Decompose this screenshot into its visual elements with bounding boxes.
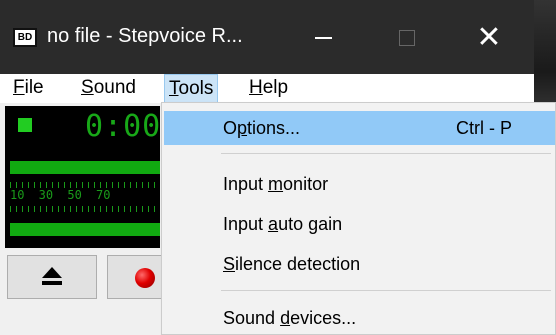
menu-file[interactable]: File: [9, 74, 48, 102]
menu-item-options-label: Options...: [223, 118, 301, 138]
app-icon[interactable]: BD: [13, 28, 37, 47]
recorder-panel: 0:00 10 30 50 70: [0, 103, 167, 335]
title-bar: BD no file - Stepvoice R... ✕: [0, 0, 556, 74]
menu-item-input-monitor[interactable]: Input monitor: [164, 167, 555, 201]
menu-help-label: Help: [249, 77, 289, 98]
window-title: no file - Stepvoice R...: [47, 25, 243, 47]
menu-item-input-auto-gain-label: Input auto gain: [223, 214, 343, 234]
menu-item-silence-detection[interactable]: Silence detection: [164, 247, 555, 281]
scale-labels: 10 30 50 70: [10, 188, 111, 202]
scale-ticks: [10, 206, 160, 212]
menu-file-label: File: [13, 77, 44, 98]
menu-tools-label: Tools: [169, 78, 214, 99]
menu-item-silence-detection-label: Silence detection: [223, 254, 361, 274]
menu-tools[interactable]: Tools: [164, 74, 219, 103]
menu-sound-label: Sound: [81, 77, 136, 98]
menu-item-options[interactable]: Options... Ctrl - P: [164, 111, 555, 145]
close-icon: ✕: [476, 21, 502, 54]
status-led: [18, 118, 32, 132]
menu-item-input-auto-gain[interactable]: Input auto gain: [164, 207, 555, 241]
transport-controls: [5, 253, 167, 301]
maximize-button[interactable]: [377, 18, 437, 58]
menu-sound[interactable]: Sound: [77, 74, 140, 102]
time-readout: 0:00: [85, 109, 162, 144]
menu-help[interactable]: Help: [245, 74, 292, 102]
tools-dropdown-menu: Options... Ctrl - P Input monitor Input …: [161, 102, 556, 335]
recorder-display: 0:00 10 30 50 70: [5, 106, 160, 248]
minimize-button[interactable]: [293, 18, 353, 58]
menu-item-sound-devices[interactable]: Sound devices...: [164, 301, 555, 335]
level-bar-right: [10, 223, 160, 236]
menu-bar: File Sound Tools Help: [0, 74, 534, 104]
menu-item-sound-devices-label: Sound devices...: [223, 308, 357, 328]
level-bar-left: [10, 161, 160, 174]
maximize-icon: [399, 30, 415, 46]
options-shortcut: Ctrl - P: [456, 118, 512, 138]
eject-icon: [41, 267, 63, 287]
record-button[interactable]: [107, 255, 167, 299]
minimize-icon: [314, 37, 332, 39]
menu-separator: [221, 153, 551, 154]
level-scale: 10 30 50 70: [5, 182, 160, 214]
close-button[interactable]: ✕: [459, 18, 519, 58]
eject-button[interactable]: [7, 255, 97, 299]
menu-item-input-monitor-label: Input monitor: [223, 174, 329, 194]
menu-separator: [221, 290, 551, 291]
record-icon: [135, 268, 155, 288]
